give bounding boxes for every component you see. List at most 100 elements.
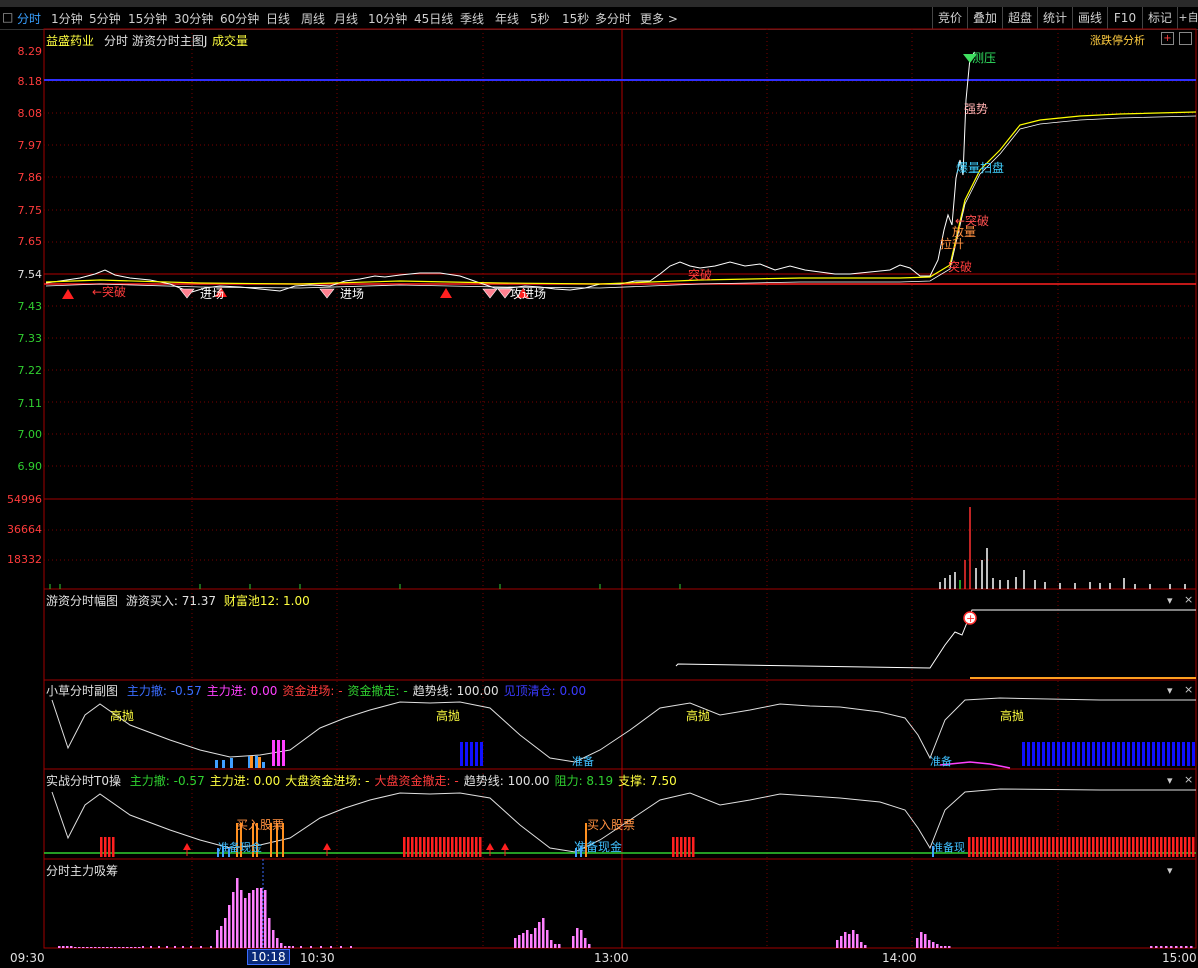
capital-in-bar (1076, 837, 1079, 857)
accumulation-bar (558, 944, 561, 948)
capital-in-bar (1068, 837, 1071, 857)
capital-in-bar (680, 837, 683, 857)
accumulation-bar (248, 893, 251, 948)
sub3-legend-label: 阻力: (554, 774, 587, 788)
time-label: 10:30 (300, 951, 335, 965)
accumulation-bar (550, 940, 553, 948)
sub3-legend-label: 趋势线: (463, 774, 508, 788)
capital-in-bar (676, 837, 679, 857)
sub3-collapse-icon[interactable]: ▾ (1167, 774, 1173, 787)
top-clear-bar (460, 742, 463, 766)
intraday-chart-canvas[interactable]: ←突破 进场 进场 攻进场突破测压强势爆量扫盘←突破放量拉升突破+高抛 高抛 高抛 高抛准备… (0, 0, 1198, 968)
top-clear-bar (1057, 742, 1060, 766)
price-label: 7.65 (17, 235, 43, 248)
buy-arrow (486, 843, 494, 850)
signal-bar (222, 760, 225, 768)
label-prepare-cash: 准备现 (932, 840, 965, 854)
capital-in-bar (688, 837, 691, 857)
label-buy: 买入股票 (236, 818, 284, 832)
sub2-close-icon[interactable]: × (1184, 683, 1193, 696)
annotation-pressure: 测压 (972, 51, 996, 65)
sub3-legend-label: 大盘资金进场: (285, 774, 366, 788)
accumulation-bar (98, 947, 101, 948)
capital-in-bar (1032, 837, 1035, 857)
capital-in-bar (1116, 837, 1119, 857)
top-clear-bar (1052, 742, 1055, 766)
capital-in-bar (403, 837, 406, 857)
capital-in-bar (992, 837, 995, 857)
price-label: 7.97 (17, 139, 43, 152)
accumulation-bar (174, 946, 176, 948)
capital-in-bar (1008, 837, 1011, 857)
accumulation-bar (310, 946, 312, 948)
price-label: 7.00 (17, 428, 43, 441)
accumulation-bar (78, 947, 81, 948)
signal-bar (250, 756, 253, 768)
capital-in-bar (419, 837, 422, 857)
capital-in-bar (1084, 837, 1087, 857)
capital-in-bar (1072, 837, 1075, 857)
capital-in-bar (463, 837, 466, 857)
accumulation-bar (86, 947, 89, 948)
price-label: 6.90 (17, 460, 43, 473)
restore-icon[interactable] (1179, 32, 1192, 45)
accumulation-bar (288, 946, 291, 948)
label-buy: 买入股票 (587, 818, 635, 832)
capital-in-bar (431, 837, 434, 857)
accumulation-bar (916, 938, 919, 948)
sub3-legend-label: 主力撤: (129, 774, 174, 788)
top-clear-bar (1112, 742, 1115, 766)
capital-in-bar (1080, 837, 1083, 857)
price-label: 7.33 (17, 332, 43, 345)
top-clear-bar (1107, 742, 1110, 766)
accumulation-bar (228, 905, 231, 948)
sub3-legend-label: 主力进: (209, 774, 254, 788)
panel-frame (43, 498, 1197, 590)
top-clear-bar (1132, 742, 1135, 766)
top-clear-bar (1187, 742, 1190, 766)
top-clear-bar (1172, 742, 1175, 766)
capital-in-bar (475, 837, 478, 857)
sub1-close-icon[interactable]: × (1184, 593, 1193, 606)
capital-in-bar (1020, 837, 1023, 857)
sub3-legend-value: 7.50 (650, 774, 677, 788)
price-label: 8.08 (17, 107, 43, 120)
expand-icon[interactable]: + (1161, 32, 1174, 45)
capital-in-bar (1056, 837, 1059, 857)
sub2-collapse-icon[interactable]: ▾ (1167, 684, 1173, 697)
price-label: 7.75 (17, 204, 43, 217)
sub3-legend-value: 0.00 (253, 774, 281, 788)
accumulation-bar (572, 936, 575, 948)
annotation-entry: 进场 (200, 287, 224, 301)
accumulation-bar (580, 930, 583, 948)
capital-in-bar (1188, 837, 1191, 857)
capital-in-bar (415, 837, 418, 857)
label-prepare: 准备 (930, 754, 952, 768)
top-clear-bar (1157, 742, 1160, 766)
top-clear-bar (1047, 742, 1050, 766)
limit-analysis-link[interactable]: 涨跌停分析 (1090, 32, 1145, 48)
sub4-collapse-icon[interactable]: ▾ (1167, 864, 1173, 877)
capital-in-bar (1108, 837, 1111, 857)
price-label: 7.43 (17, 300, 43, 313)
sub1-collapse-icon[interactable]: ▾ (1167, 594, 1173, 607)
capital-in-bar (108, 837, 111, 857)
annotation-break: 突破 (688, 267, 712, 282)
top-clear-bar (1167, 742, 1170, 766)
top-clear-bar (1102, 742, 1105, 766)
capital-in-bar (1176, 837, 1179, 857)
main-in-bar (277, 740, 280, 766)
accumulation-bar (576, 928, 579, 948)
buy-arrow (501, 843, 509, 850)
accumulation-bar (948, 946, 951, 948)
signal-bar (258, 757, 261, 768)
capital-in-bar (439, 837, 442, 857)
accumulation-bar (130, 947, 133, 948)
sub3-legend-value: - (365, 774, 370, 788)
top-clear-bar (1032, 742, 1035, 766)
accumulation-bar (340, 946, 342, 948)
sub3-close-icon[interactable]: × (1184, 773, 1193, 786)
capital-in-bar (447, 837, 450, 857)
accumulation-bar (1160, 946, 1163, 948)
wealth-pool-line (675, 609, 1196, 669)
